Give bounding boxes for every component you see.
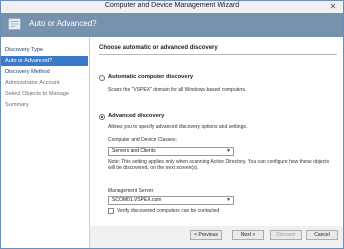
sidebar-item-select-objects: Select Objects to Manage bbox=[5, 91, 70, 97]
wizard-window: Computer and Device Management Wizard ✕ … bbox=[0, 0, 344, 249]
discover-button[interactable]: Discover bbox=[270, 230, 302, 240]
management-server-value: SCOM01.VSPEX.com bbox=[112, 197, 162, 203]
wizard-steps-sidebar: Discovery Type Auto or Advanced? Discove… bbox=[1, 37, 90, 248]
automatic-discovery-label[interactable]: Automatic computer discovery bbox=[108, 74, 193, 80]
sidebar-item-discovery-type[interactable]: Discovery Type bbox=[1, 45, 88, 55]
advanced-discovery-radio[interactable] bbox=[99, 114, 105, 120]
chevron-down-icon: ▼ bbox=[226, 197, 231, 203]
automatic-discovery-radio[interactable] bbox=[99, 75, 105, 81]
sidebar-item-administrator-account: Administrator Account bbox=[5, 80, 60, 86]
scan-note: Note: This setting applies only when sca… bbox=[108, 159, 330, 171]
divider bbox=[99, 54, 337, 55]
window-title: Computer and Device Management Wizard bbox=[104, 2, 240, 9]
advanced-discovery-description: Allows you to specify advanced discovery… bbox=[108, 124, 248, 130]
device-classes-select[interactable]: Servers and Clients ▼ bbox=[108, 147, 234, 156]
wizard-footer: < Previous Next > Discover Cancel bbox=[90, 226, 343, 248]
sidebar-item-summary: Summary bbox=[5, 102, 29, 108]
management-server-select[interactable]: SCOM01.VSPEX.com ▼ bbox=[108, 196, 234, 205]
previous-button[interactable]: < Previous bbox=[190, 230, 222, 240]
wizard-page-icon bbox=[8, 18, 21, 30]
sidebar-item-discovery-method[interactable]: Discovery Method bbox=[1, 67, 88, 77]
sidebar-item-auto-or-advanced[interactable]: Auto or Advanced? bbox=[1, 56, 88, 66]
page-title: Auto or Advanced? bbox=[29, 19, 97, 28]
device-classes-label: Computer and Device Classes: bbox=[108, 137, 177, 143]
wizard-content: Choose automatic or advanced discovery A… bbox=[90, 37, 343, 226]
section-heading: Choose automatic or advanced discovery bbox=[99, 45, 218, 51]
close-icon[interactable]: ✕ bbox=[327, 2, 339, 11]
management-server-label: Management Server bbox=[108, 188, 154, 194]
device-classes-value: Servers and Clients bbox=[112, 148, 156, 154]
page-banner: Auto or Advanced? bbox=[1, 13, 343, 37]
cancel-button[interactable]: Cancel bbox=[306, 230, 338, 240]
advanced-discovery-label[interactable]: Advanced discovery bbox=[108, 113, 164, 119]
verify-contact-checkbox[interactable] bbox=[108, 208, 114, 214]
chevron-down-icon: ▼ bbox=[226, 148, 231, 154]
automatic-discovery-description: Scans the "VSPEX" domain for all Windows… bbox=[108, 87, 247, 93]
verify-contact-label[interactable]: Verify discovered computers can be conta… bbox=[117, 208, 219, 214]
title-bar: Computer and Device Management Wizard ✕ bbox=[1, 1, 343, 13]
next-button[interactable]: Next > bbox=[232, 230, 264, 240]
